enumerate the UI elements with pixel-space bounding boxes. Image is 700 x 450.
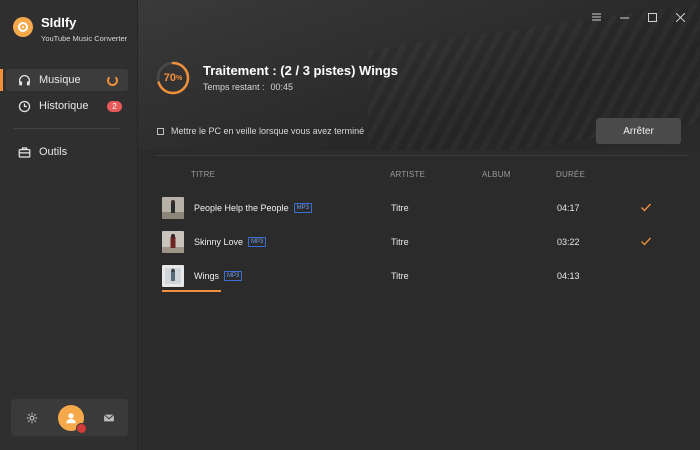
stop-button[interactable]: Arrêter: [596, 118, 681, 144]
track-duration: 03:22: [557, 237, 580, 247]
menu-icon[interactable]: [590, 11, 602, 23]
track-title: People Help the People MP3: [194, 203, 312, 213]
format-tag: MP3: [293, 203, 312, 213]
format-tag: MP3: [248, 237, 267, 247]
time-remaining-label: Temps restant :: [203, 82, 265, 92]
track-duration: 04:17: [557, 203, 580, 213]
column-title[interactable]: TITRE: [191, 170, 215, 179]
track-thumbnail: [162, 231, 184, 253]
column-album[interactable]: ALBUM: [482, 170, 511, 179]
track-duration: 04:13: [557, 271, 580, 281]
track-thumbnail: [162, 265, 184, 287]
done-check-icon: [641, 237, 651, 246]
sidebar: SIdIfy YouTube Music Converter Musique H…: [0, 0, 138, 450]
mail-icon[interactable]: [103, 412, 115, 424]
close-icon[interactable]: [674, 11, 686, 23]
sidebar-item-outils[interactable]: Outils: [6, 141, 128, 163]
app-name: SIdIfy: [41, 15, 77, 30]
track-thumbnail: [162, 197, 184, 219]
track-title: Wings MP3: [194, 271, 243, 281]
clock-icon: [17, 99, 31, 113]
sleep-label: Mettre le PC en veille lorsque vous avez…: [171, 126, 365, 136]
progress-percent: 70%: [163, 72, 183, 84]
headphones-icon: [17, 73, 31, 87]
sidebar-bottom-bar: [11, 399, 128, 436]
track-artist: Titre: [391, 203, 409, 213]
user-avatar[interactable]: [57, 404, 87, 434]
table-row[interactable]: People Help the People MP3 Titre 04:17: [156, 191, 688, 225]
sidebar-item-label: Outils: [39, 146, 68, 158]
sleep-checkbox[interactable]: [157, 127, 164, 135]
track-title: Skinny Love MP3: [194, 237, 267, 247]
window-controls: [590, 11, 686, 23]
app-logo-icon: [13, 17, 33, 37]
track-artist: Titre: [391, 271, 409, 281]
minimize-icon[interactable]: [618, 11, 630, 23]
sidebar-item-historique[interactable]: Historique 2: [6, 95, 128, 117]
column-artist[interactable]: ARTISTE: [390, 170, 425, 179]
toolbox-icon: [17, 145, 31, 159]
time-remaining-value: 00:45: [270, 82, 294, 92]
table-row[interactable]: Skinny Love MP3 Titre 03:22: [156, 225, 688, 259]
table-row[interactable]: Wings MP3 Titre 04:13: [156, 259, 688, 293]
brand: SIdIfy YouTube Music Converter: [13, 16, 127, 43]
app-subtitle: YouTube Music Converter: [41, 34, 128, 43]
track-progress-bar: [162, 290, 221, 292]
sidebar-item-label: Musique: [39, 74, 81, 86]
account-status-badge: [75, 422, 87, 434]
history-count-badge: 2: [107, 100, 122, 112]
processing-title: Traitement : (2 / 3 pistes) Wings: [203, 63, 398, 78]
time-remaining: Temps restant : 00:45: [203, 82, 293, 92]
sleep-option[interactable]: Mettre le PC en veille lorsque vous avez…: [157, 126, 364, 136]
sidebar-item-musique[interactable]: Musique: [0, 69, 128, 91]
track-artist: Titre: [391, 237, 409, 247]
format-tag: MP3: [224, 271, 243, 281]
maximize-icon[interactable]: [646, 11, 658, 23]
table-header: TITRE ARTISTE ALBUM DURÉE: [156, 155, 688, 191]
done-check-icon: [641, 203, 651, 212]
main-panel: 70% Traitement : (2 / 3 pistes) Wings Te…: [138, 0, 700, 450]
gear-icon[interactable]: [26, 412, 38, 424]
sidebar-divider: [14, 128, 120, 129]
converting-spinner-icon: [107, 74, 118, 86]
sidebar-item-label: Historique: [39, 100, 89, 112]
column-duration[interactable]: DURÉE: [556, 170, 585, 179]
